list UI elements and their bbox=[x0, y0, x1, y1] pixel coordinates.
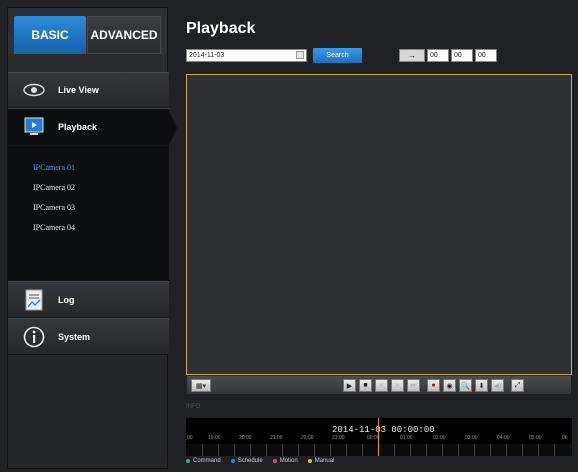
tab-basic[interactable]: BASIC bbox=[14, 16, 86, 54]
tick-label: 22:00 bbox=[301, 435, 314, 441]
fullscreen-button[interactable]: ⤢ bbox=[511, 379, 524, 392]
timeline-datetime: 2014-11-03 00:00:00 bbox=[332, 425, 435, 435]
second-field[interactable]: 00 bbox=[475, 49, 497, 62]
camera-item-4[interactable]: IPCamera 04 bbox=[33, 218, 169, 238]
tick-label: 04:00 bbox=[497, 435, 510, 441]
sidebar: BASIC ADVANCED Live View Playback IPCame… bbox=[7, 7, 177, 469]
legend-dot bbox=[307, 459, 312, 463]
tick-label: 19:00 bbox=[208, 435, 221, 441]
layout-menu-button[interactable]: ▦▾ bbox=[191, 379, 211, 392]
sidebar-nav: Live View Playback IPCamera 01 IPCamera … bbox=[8, 72, 177, 355]
camera-item-2[interactable]: IPCamera 02 bbox=[33, 178, 169, 198]
legend-label: Motion bbox=[279, 458, 298, 464]
legend-label: Command bbox=[193, 458, 221, 464]
sidebar-item-live-view[interactable]: Live View bbox=[8, 72, 169, 108]
sidebar-item-label: Playback bbox=[58, 122, 98, 132]
log-document-icon bbox=[22, 289, 46, 311]
date-field[interactable]: 2014-11-03 bbox=[186, 49, 307, 62]
zoom-button[interactable]: 🔍 bbox=[459, 379, 472, 392]
download-button[interactable]: ⬇ bbox=[475, 379, 488, 392]
legend-label: Schedule bbox=[237, 458, 263, 464]
play-button[interactable]: ▶ bbox=[343, 379, 356, 392]
tick-label: 21:00 bbox=[270, 435, 283, 441]
search-button[interactable]: Search bbox=[313, 48, 362, 63]
sidebar-item-log[interactable]: Log bbox=[8, 281, 169, 318]
tick-label: 00 bbox=[187, 435, 193, 441]
sidebar-item-playback[interactable]: Playback bbox=[8, 108, 177, 146]
page-title: Playback bbox=[186, 20, 256, 37]
legend-dot bbox=[272, 459, 277, 463]
legend-manual: Manual bbox=[307, 458, 335, 464]
timeline[interactable]: 2014-11-03 00:00:00 00 19:00 20:00 21:00… bbox=[186, 418, 572, 456]
tick-label: 02:00 bbox=[433, 435, 446, 441]
slow-button[interactable]: « bbox=[375, 379, 388, 392]
stop-button[interactable]: ■ bbox=[359, 379, 372, 392]
tick-label: 01:00 bbox=[400, 435, 413, 441]
sidebar-item-label: System bbox=[58, 331, 91, 342]
tick-label: 06 bbox=[562, 435, 568, 441]
snapshot-button[interactable]: ◉ bbox=[443, 379, 456, 392]
timeline-cursor[interactable] bbox=[378, 418, 379, 456]
legend-label: Manual bbox=[314, 458, 335, 464]
legend-dot bbox=[230, 459, 235, 463]
step-button[interactable]: ⏭ bbox=[407, 379, 420, 392]
tick-label: 05:00 bbox=[529, 435, 542, 441]
tick-label: 20:00 bbox=[239, 435, 252, 441]
playback-monitor-icon bbox=[22, 116, 46, 138]
fast-button[interactable]: » bbox=[391, 379, 404, 392]
sidebar-item-system[interactable]: System bbox=[8, 318, 169, 355]
jump-to-time-button[interactable]: → bbox=[399, 49, 425, 62]
playback-control-bar: ▦▾ ▶ ■ « » ⏭ ● ◉ 🔍 ⬇ ◀) ⤢ bbox=[186, 375, 572, 395]
timeline-grid bbox=[186, 444, 572, 456]
hour-field[interactable]: 00 bbox=[427, 49, 449, 62]
calendar-icon[interactable] bbox=[296, 51, 304, 59]
timeline-legend: Command Schedule Motion Manual bbox=[186, 458, 334, 464]
camera-item-3[interactable]: IPCamera 03 bbox=[33, 198, 169, 218]
mode-tabs: BASIC ADVANCED bbox=[8, 8, 167, 54]
minute-field[interactable]: 00 bbox=[451, 49, 473, 62]
tick-label: 23:00 bbox=[332, 435, 345, 441]
timeline-label: INFO bbox=[186, 404, 201, 410]
record-button[interactable]: ● bbox=[427, 379, 440, 392]
video-viewport[interactable] bbox=[186, 74, 572, 375]
sidebar-item-label: Log bbox=[58, 294, 75, 305]
eye-icon bbox=[22, 79, 46, 101]
legend-motion: Motion bbox=[272, 458, 298, 464]
legend-command: Command bbox=[186, 458, 221, 464]
sidebar-item-label: Live View bbox=[58, 85, 99, 95]
camera-item-1[interactable]: IPCamera 01 bbox=[33, 158, 169, 178]
camera-list: IPCamera 01 IPCamera 02 IPCamera 03 IPCa… bbox=[8, 146, 169, 281]
legend-schedule: Schedule bbox=[230, 458, 263, 464]
legend-dot bbox=[186, 459, 190, 463]
timeline-ticks: 00 19:00 20:00 21:00 22:00 23:00 00:00 0… bbox=[186, 435, 572, 443]
tab-advanced[interactable]: ADVANCED bbox=[87, 16, 161, 54]
volume-button[interactable]: ◀) bbox=[491, 379, 504, 392]
tick-label: 03:00 bbox=[465, 435, 478, 441]
info-icon bbox=[22, 326, 46, 348]
